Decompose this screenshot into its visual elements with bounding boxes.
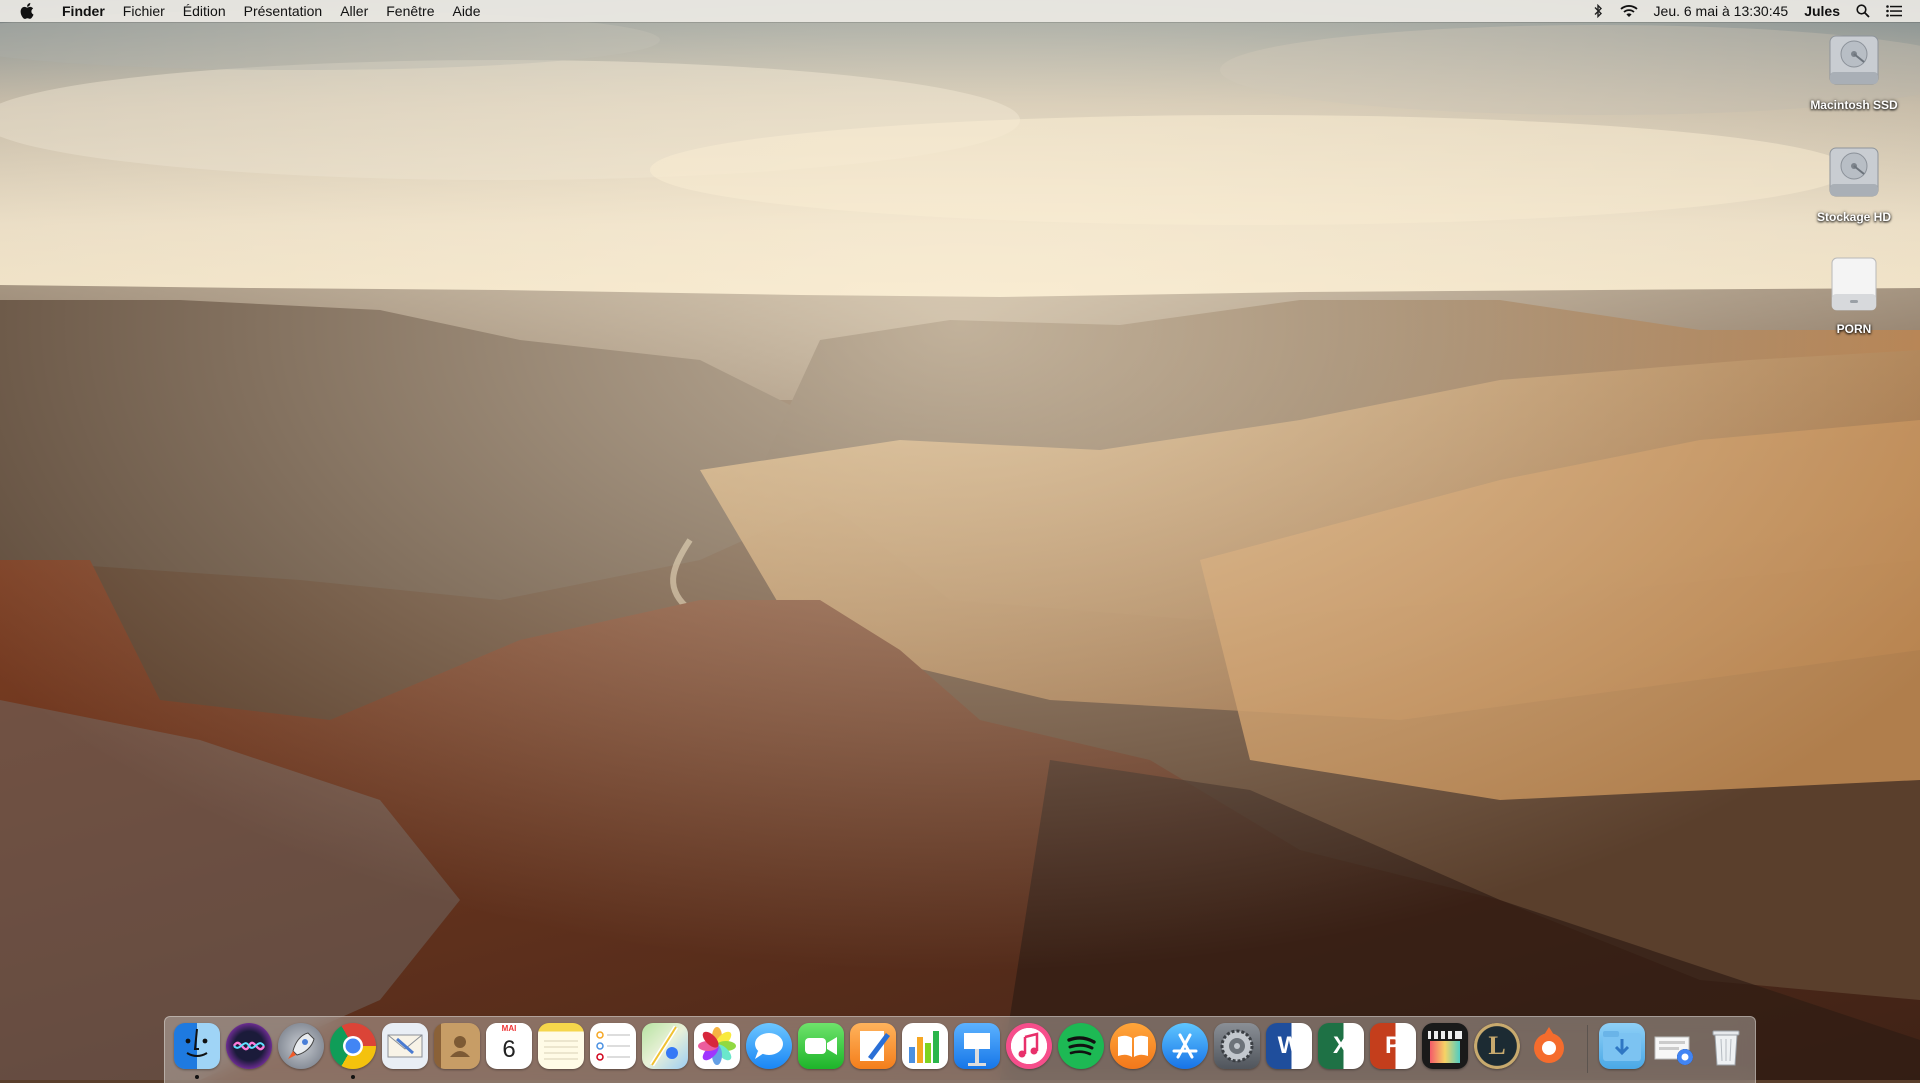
running-indicator <box>195 1075 199 1079</box>
external-drive-icon <box>1822 252 1886 316</box>
calendar-icon[interactable]: MAI 6 <box>486 1023 532 1069</box>
numbers-icon[interactable] <box>902 1023 948 1069</box>
running-indicator <box>351 1075 355 1079</box>
desktop-icon-label: Macintosh SSD <box>1810 98 1898 112</box>
chrome-icon[interactable] <box>330 1023 376 1069</box>
photos-icon[interactable] <box>694 1023 740 1069</box>
powerpoint-icon[interactable]: P <box>1370 1023 1416 1069</box>
desktop-icon-label: Stockage HD <box>1816 210 1892 224</box>
bluetooth-icon[interactable] <box>1584 0 1612 22</box>
downloads-folder-icon[interactable] <box>1599 1023 1645 1069</box>
recent-documents-icon[interactable] <box>1651 1023 1697 1069</box>
ibooks-icon[interactable] <box>1110 1023 1156 1069</box>
messages-icon[interactable] <box>746 1023 792 1069</box>
calendar-day: 6 <box>502 1036 516 1063</box>
reminders-icon[interactable] <box>590 1023 636 1069</box>
user-menu[interactable]: Jules <box>1796 0 1848 22</box>
excel-icon[interactable]: X <box>1318 1023 1364 1069</box>
system-preferences-icon[interactable] <box>1214 1023 1260 1069</box>
app-store-icon[interactable] <box>1162 1023 1208 1069</box>
dock-separator <box>1587 1025 1588 1073</box>
desktop-icon-label: PORN <box>1836 322 1872 336</box>
league-of-legends-icon[interactable]: L <box>1474 1023 1520 1069</box>
desktop-icon-porn[interactable]: PORN <box>1799 252 1909 336</box>
menu-aide[interactable]: Aide <box>443 0 489 22</box>
menu-fichier[interactable]: Fichier <box>114 0 174 22</box>
pages-icon[interactable] <box>850 1023 896 1069</box>
desktop-wallpaper <box>0 0 1920 1080</box>
spotify-icon[interactable] <box>1058 1023 1104 1069</box>
finder-icon[interactable] <box>174 1023 220 1069</box>
mail-icon[interactable] <box>382 1023 428 1069</box>
word-icon[interactable]: W <box>1266 1023 1312 1069</box>
menu-presentation[interactable]: Présentation <box>235 0 332 22</box>
search-icon[interactable] <box>1848 0 1878 22</box>
calendar-month: MAI <box>486 1023 532 1035</box>
siri-icon[interactable] <box>226 1023 272 1069</box>
apple-logo-icon[interactable] <box>17 0 37 22</box>
desktop-icon-stockage-hd[interactable]: Stockage HD <box>1799 140 1909 224</box>
wifi-icon[interactable] <box>1612 0 1646 22</box>
itunes-icon[interactable] <box>1006 1023 1052 1069</box>
menu-fenetre[interactable]: Fenêtre <box>377 0 443 22</box>
dock: MAI 6 W X P L <box>164 1016 1756 1083</box>
maps-icon[interactable] <box>642 1023 688 1069</box>
menu-bar: Finder Fichier Édition Présentation Alle… <box>0 0 1920 22</box>
contacts-icon[interactable] <box>434 1023 480 1069</box>
internal-drive-icon <box>1822 140 1886 204</box>
clock[interactable]: Jeu. 6 mai à 13:30:45 <box>1646 0 1797 22</box>
notes-icon[interactable] <box>538 1023 584 1069</box>
menu-edition[interactable]: Édition <box>174 0 235 22</box>
internal-drive-icon <box>1822 28 1886 92</box>
launchpad-icon[interactable] <box>278 1023 324 1069</box>
menu-app-finder[interactable]: Finder <box>53 0 114 22</box>
facetime-icon[interactable] <box>798 1023 844 1069</box>
keynote-icon[interactable] <box>954 1023 1000 1069</box>
list-icon[interactable] <box>1878 0 1910 22</box>
final-cut-pro-icon[interactable] <box>1422 1023 1468 1069</box>
menu-aller[interactable]: Aller <box>331 0 377 22</box>
desktop-icon-macintosh-ssd[interactable]: Macintosh SSD <box>1799 28 1909 112</box>
origin-icon[interactable] <box>1526 1023 1572 1069</box>
trash-icon[interactable] <box>1703 1023 1749 1069</box>
